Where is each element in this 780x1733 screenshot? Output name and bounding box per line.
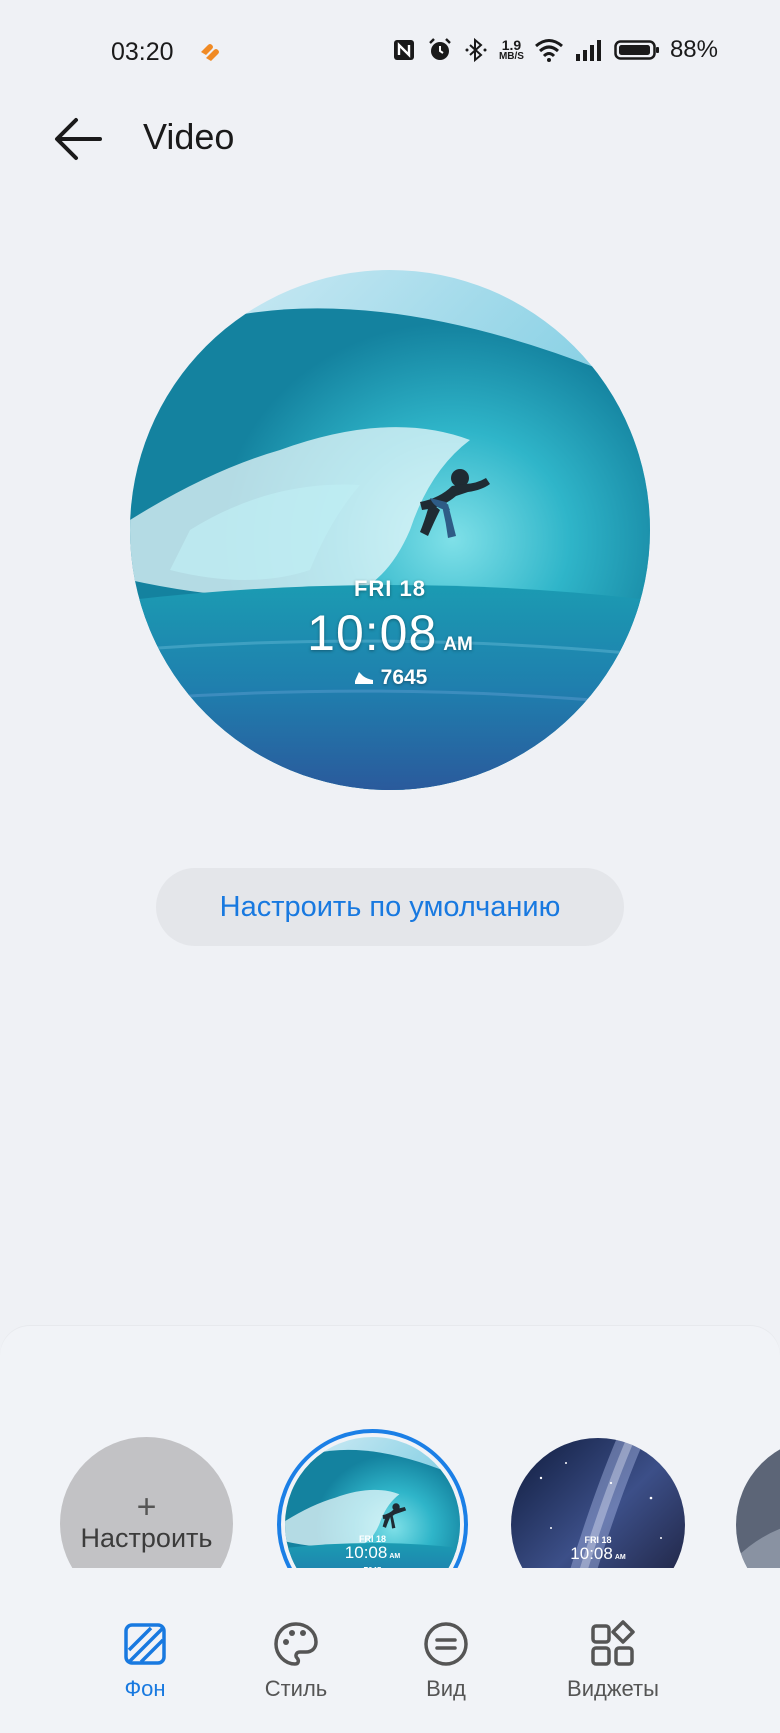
tab-widgets[interactable]: Виджеты [543, 1620, 683, 1720]
network-speed: 1.9 MB/S [499, 38, 524, 62]
battery-icon [614, 40, 659, 60]
nfc-icon [393, 40, 414, 60]
watch-time: 10:08 [307, 605, 438, 661]
plus-icon: + [136, 1488, 157, 1526]
thumb-steps: 7645 [589, 1567, 607, 1568]
customize-thumbnail[interactable]: + Настроить [60, 1437, 233, 1568]
background-icon [124, 1623, 166, 1665]
layout-icon [424, 1622, 468, 1666]
wifi-icon [534, 39, 563, 62]
bluetooth-icon [465, 37, 487, 63]
back-arrow-icon[interactable] [50, 114, 108, 164]
thumb-time: 10:08 [570, 1544, 613, 1563]
page-title: Video [143, 116, 235, 157]
widgets-icon [591, 1620, 635, 1666]
battery-percent: 88% [669, 36, 718, 63]
palette-icon [274, 1622, 318, 1666]
thumbnail-next[interactable] [736, 1438, 780, 1568]
customize-label: Настроить [80, 1523, 213, 1553]
set-default-button[interactable]: Настроить по умолчанию [156, 868, 624, 946]
next-thumb-image [736, 1438, 780, 1568]
alarm-icon [429, 38, 451, 60]
tab-layout[interactable]: Вид [376, 1620, 516, 1720]
thumbnail-surf[interactable]: FRI 18 10:08AM 7645 [285, 1437, 460, 1568]
background-thumbnails: + Настроить FRI 18 10:08AM 7645 [0, 1378, 780, 1568]
watch-face-overlay: FRI 18 10:08 AM 7645 [130, 270, 650, 790]
app-heart-icon [201, 44, 219, 61]
tab-label: Виджеты [567, 1676, 659, 1701]
tab-style[interactable]: Стиль [226, 1620, 366, 1720]
header: Video [0, 100, 780, 180]
signal-icon [575, 40, 601, 61]
watch-date: FRI 18 [353, 576, 427, 601]
status-time: 03:20 [111, 38, 174, 66]
speed-value: 1.9 [501, 37, 522, 53]
status-bar: 03:20 1.9 MB/S 88% [0, 30, 780, 74]
tab-bar: Фон Стиль Вид Виджеты [0, 1620, 780, 1720]
thumbnail-galaxy[interactable]: FRI 18 10:08AM 7645 [511, 1438, 685, 1568]
tab-label: Фон [124, 1676, 166, 1701]
shoe-icon [354, 672, 373, 684]
thumb-time: 10:08 [344, 1543, 388, 1562]
watch-steps: 7645 [380, 666, 428, 689]
thumb-ampm: AM [389, 1553, 401, 1560]
watch-ampm: AM [443, 634, 473, 655]
speed-unit: MB/S [498, 51, 524, 62]
tab-background[interactable]: Фон [75, 1620, 215, 1720]
watch-face-preview: FRI 18 10:08 AM 7645 [130, 270, 650, 790]
tab-label: Вид [426, 1676, 466, 1701]
thumb-steps: 7645 [364, 1566, 382, 1568]
thumb-ampm: AM [614, 1554, 626, 1561]
tab-label: Стиль [264, 1676, 328, 1701]
